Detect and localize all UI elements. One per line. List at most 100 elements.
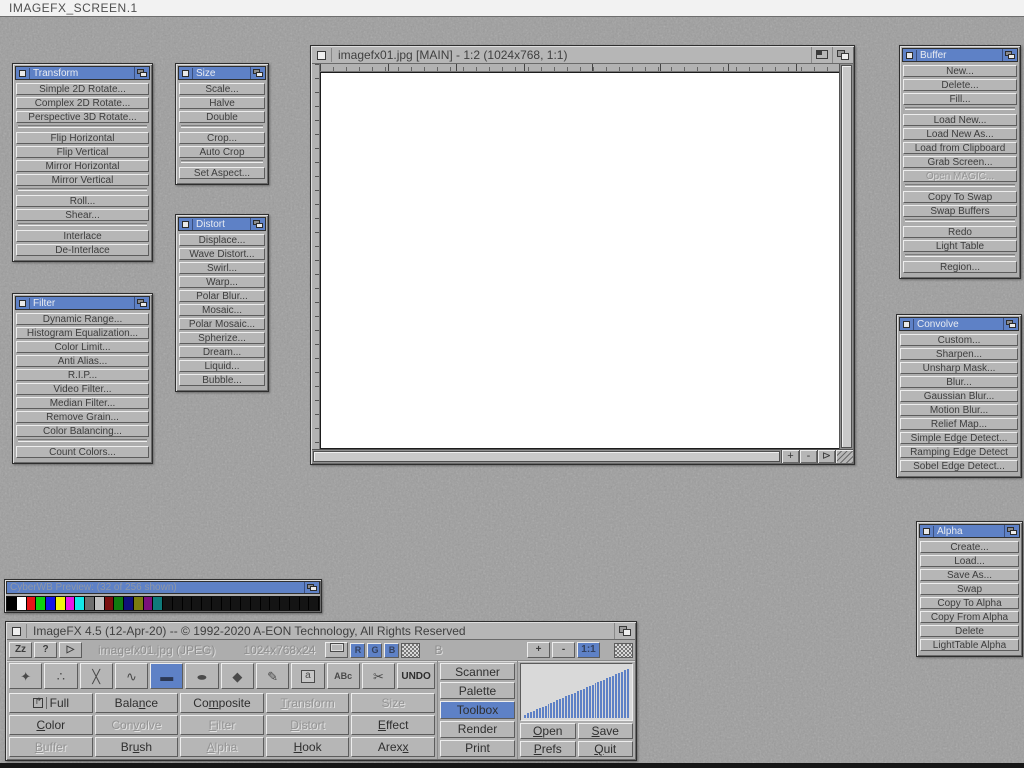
button-ramping-edge-detect[interactable]: Ramping Edge Detect — [900, 446, 1018, 458]
button-mirror-horizontal[interactable]: Mirror Horizontal — [16, 160, 149, 172]
button-filter[interactable]: Filter — [180, 715, 264, 735]
button-crop[interactable]: Crop... — [179, 132, 265, 144]
button-effect[interactable]: Effect — [351, 715, 435, 735]
button-mirror-vertical[interactable]: Mirror Vertical — [16, 174, 149, 186]
button-perspective-3d-rotate[interactable]: Perspective 3D Rotate... — [16, 111, 149, 123]
depth-icon[interactable] — [134, 67, 149, 79]
move-tool-button[interactable]: ✦ — [9, 663, 42, 689]
palette-swatch[interactable] — [56, 597, 66, 610]
button-halve[interactable]: Halve — [179, 97, 265, 109]
palette-swatch[interactable] — [183, 597, 193, 610]
transform-titlebar[interactable]: Transform — [15, 66, 150, 80]
button-polar-mosaic[interactable]: Polar Mosaic... — [179, 318, 265, 330]
zoom-out-button[interactable]: - — [552, 642, 575, 658]
button-remove-grain[interactable]: Remove Grain... — [16, 411, 149, 423]
button-copy-from-alpha[interactable]: Copy From Alpha — [920, 611, 1019, 623]
depth-icon[interactable] — [250, 218, 265, 230]
main-window-titlebar[interactable]: imagefx01.jpg [MAIN] - 1:2 (1024x768, 1:… — [312, 47, 853, 64]
button-load-from-clipboard[interactable]: Load from Clipboard — [903, 142, 1017, 154]
button-flip-vertical[interactable]: Flip Vertical — [16, 146, 149, 158]
vertical-scroll-thumb[interactable] — [841, 65, 852, 448]
button-color-limit[interactable]: Color Limit... — [16, 341, 149, 353]
button-simple-edge-detect[interactable]: Simple Edge Detect... — [900, 432, 1018, 444]
palette-swatch[interactable] — [163, 597, 173, 610]
close-icon[interactable] — [920, 525, 933, 537]
screen-mode-button[interactable] — [325, 642, 348, 658]
palette-swatch[interactable] — [173, 597, 183, 610]
button-copy-to-swap[interactable]: Copy To Swap — [903, 191, 1017, 203]
depth-icon[interactable] — [1003, 318, 1018, 330]
palette-swatch[interactable] — [192, 597, 202, 610]
button-delete[interactable]: Delete — [920, 625, 1019, 637]
button-relief-map[interactable]: Relief Map... — [900, 418, 1018, 430]
button-scanner[interactable]: Scanner — [440, 663, 515, 680]
button-histogram-equalization[interactable]: Histogram Equalization... — [16, 327, 149, 339]
image-canvas[interactable] — [320, 72, 839, 449]
button-blur[interactable]: Blur... — [900, 376, 1018, 388]
palette-swatch[interactable] — [36, 597, 46, 610]
button-dynamic-range[interactable]: Dynamic Range... — [16, 313, 149, 325]
oval-tool-button[interactable]: ● — [185, 663, 218, 689]
close-icon[interactable] — [900, 318, 913, 330]
depth-icon[interactable] — [304, 582, 319, 593]
alpha-titlebar[interactable]: Alpha — [919, 524, 1020, 538]
clone-tag-tool-button[interactable]: a — [291, 663, 324, 689]
palette-swatch[interactable] — [202, 597, 212, 610]
palette-swatch[interactable] — [290, 597, 300, 610]
button-anti-alias[interactable]: Anti Alias... — [16, 355, 149, 367]
button-lighttable-alpha[interactable]: LightTable Alpha — [920, 639, 1019, 651]
line-tool-button[interactable]: ╳ — [80, 663, 113, 689]
close-icon[interactable] — [179, 218, 192, 230]
convolve-titlebar[interactable]: Convolve — [899, 317, 1019, 331]
button-complex-2d-rotate[interactable]: Complex 2D Rotate... — [16, 97, 149, 109]
palette-swatch[interactable] — [300, 597, 310, 610]
palette-swatch[interactable] — [309, 597, 319, 610]
button-double[interactable]: Double — [179, 111, 265, 123]
button-full[interactable]: Full — [9, 693, 93, 713]
button-shear[interactable]: Shear... — [16, 209, 149, 221]
button-buffer[interactable]: Buffer — [9, 737, 93, 757]
button-load-new[interactable]: Load New... — [903, 114, 1017, 126]
palette-swatch[interactable] — [241, 597, 251, 610]
buffer-titlebar[interactable]: Buffer — [902, 48, 1018, 62]
depth-icon[interactable] — [250, 67, 265, 79]
button-interlace[interactable]: Interlace — [16, 230, 149, 242]
zoom-in-button[interactable]: + — [527, 642, 550, 658]
palette-swatch[interactable] — [7, 597, 17, 610]
text-tool-button[interactable]: ABc — [327, 663, 360, 689]
button-swap-buffers[interactable]: Swap Buffers — [903, 205, 1017, 217]
paint-brush-tool-button[interactable]: ✎ — [256, 663, 289, 689]
zoom-in-button[interactable]: + — [781, 450, 799, 463]
filled-box-tool-button[interactable]: ▬ — [150, 663, 183, 689]
button-load-new-as[interactable]: Load New As... — [903, 128, 1017, 140]
palette-swatch[interactable] — [85, 597, 95, 610]
button-create[interactable]: Create... — [920, 541, 1019, 553]
airbrush-tool-button[interactable]: ∴ — [44, 663, 77, 689]
button-video-filter[interactable]: Video Filter... — [16, 383, 149, 395]
palette-swatch[interactable] — [153, 597, 163, 610]
sleep-button[interactable]: Zz — [9, 642, 32, 658]
vertical-scrollbar[interactable] — [839, 64, 853, 449]
button-r-i-p[interactable]: R.I.P... — [16, 369, 149, 381]
button-hook[interactable]: Hook — [266, 737, 350, 757]
button-color-balancing[interactable]: Color Balancing... — [16, 425, 149, 437]
button-warp[interactable]: Warp... — [179, 276, 265, 288]
close-icon[interactable] — [7, 623, 26, 639]
depth-icon[interactable] — [134, 297, 149, 309]
palette-swatch[interactable] — [270, 597, 280, 610]
button-toolbox[interactable]: Toolbox — [440, 701, 515, 718]
button-roll[interactable]: Roll... — [16, 195, 149, 207]
close-icon[interactable] — [179, 67, 192, 79]
button-open-magic[interactable]: Open MAGIC... — [903, 170, 1017, 182]
button-alpha[interactable]: Alpha — [180, 737, 264, 757]
button-save-as[interactable]: Save As... — [920, 569, 1019, 581]
palette-swatch[interactable] — [75, 597, 85, 610]
button-count-colors[interactable]: Count Colors... — [16, 446, 149, 458]
palette-swatch[interactable] — [212, 597, 222, 610]
button-balance[interactable]: Balance — [95, 693, 179, 713]
resize-gadget[interactable] — [835, 450, 853, 463]
close-icon[interactable] — [16, 67, 29, 79]
button-simple-2d-rotate[interactable]: Simple 2D Rotate... — [16, 83, 149, 95]
button-delete[interactable]: Delete... — [903, 79, 1017, 91]
button-convolve[interactable]: Convolve — [95, 715, 179, 735]
